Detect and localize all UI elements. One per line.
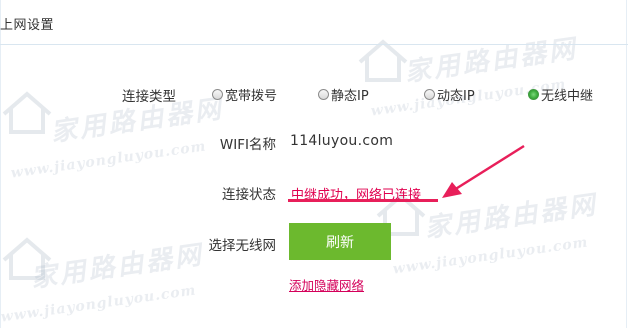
wifi-name-label: WIFI名称 [219,137,276,153]
refresh-button[interactable]: 刷新 [289,223,391,260]
radio-static-ip[interactable]: 静态IP [318,84,369,104]
divider [0,44,628,45]
radio-label: 动态IP [437,88,475,104]
radio-label: 宽带拨号 [225,88,278,104]
annotation-underline [288,199,438,202]
radio-button-icon[interactable] [212,88,223,100]
wifi-name-value: 114luyou.com [290,133,394,149]
radio-pppoe[interactable]: 宽带拨号 [212,84,277,104]
select-wireless-label: 选择无线网 [208,238,277,254]
radio-wireless-repeater[interactable]: 无线中继 [528,84,593,104]
add-hidden-network-link[interactable]: 添加隐藏网络 [289,275,364,294]
radio-button-icon[interactable] [424,88,435,100]
connection-type-label: 连接类型 [122,89,176,105]
radio-dynamic-ip[interactable]: 动态IP [424,84,475,104]
radio-label: 无线中继 [541,88,594,104]
page-title: 上网设置 [0,18,55,33]
radio-button-icon[interactable] [318,88,329,100]
connection-type-radio-group: 宽带拨号 静态IP 动态IP 无线中继 [212,84,622,104]
connection-status-label: 连接状态 [222,187,276,203]
annotation-arrow-icon [442,144,525,198]
radio-button-selected-icon[interactable] [528,88,539,100]
radio-label: 静态IP [331,88,369,104]
